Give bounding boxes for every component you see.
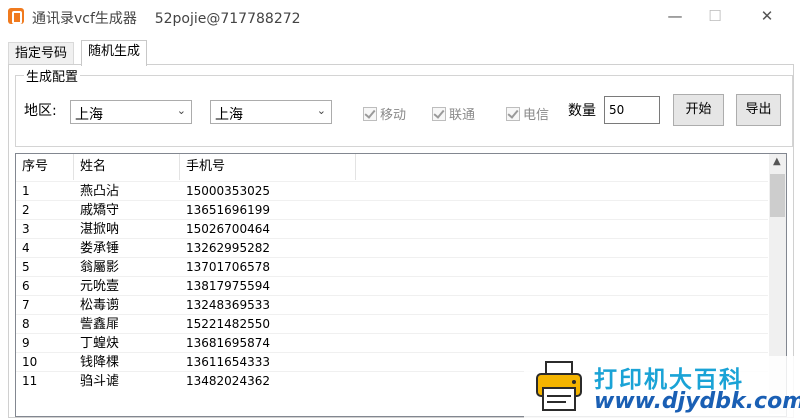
carrier-unicom-label: 联通 bbox=[449, 108, 476, 123]
cell-index: 8 bbox=[22, 317, 30, 331]
export-button[interactable]: 导出 bbox=[736, 94, 781, 126]
cell-name: 燕凸沾 bbox=[80, 184, 120, 199]
checkbox-icon bbox=[506, 106, 520, 121]
cell-index: 9 bbox=[22, 336, 30, 350]
cell-phone: 13611654333 bbox=[186, 355, 270, 369]
cell-name: 娄承锤 bbox=[80, 241, 120, 256]
region-label: 地区: bbox=[24, 103, 57, 119]
watermark: 打印机大百科 www.djydbk.com bbox=[524, 356, 800, 419]
count-label: 数量 bbox=[568, 103, 596, 119]
cell-index: 7 bbox=[22, 298, 30, 312]
start-button[interactable]: 开始 bbox=[673, 94, 724, 126]
cell-name: 钱降棵 bbox=[80, 355, 120, 370]
cell-phone: 15000353025 bbox=[186, 184, 270, 198]
table-row[interactable]: 3 湛掀呐 15026700464 bbox=[16, 219, 768, 239]
title-bar: 通讯录vcf生成器 52pojie@717788272 — ☐ ✕ bbox=[0, 0, 800, 34]
checkbox-icon bbox=[363, 106, 377, 121]
table-row[interactable]: 9 丁蝗炔 13681695874 bbox=[16, 333, 768, 353]
table-row[interactable]: 1 燕凸沾 15000353025 bbox=[16, 181, 768, 201]
cell-index: 5 bbox=[22, 260, 30, 274]
scrollbar-thumb[interactable] bbox=[770, 174, 785, 217]
cell-name: 松毒谫 bbox=[80, 298, 120, 313]
province-select[interactable]: 上海 ⌄ bbox=[70, 100, 192, 124]
cell-index: 10 bbox=[22, 355, 38, 369]
cell-index: 3 bbox=[22, 222, 30, 236]
chevron-down-icon: ⌄ bbox=[316, 104, 326, 117]
carrier-mobile-checkbox[interactable]: 移动 bbox=[363, 104, 406, 123]
cell-phone: 15026700464 bbox=[186, 222, 270, 236]
cell-index: 11 bbox=[22, 374, 38, 388]
city-select[interactable]: 上海 ⌄ bbox=[210, 100, 332, 124]
cell-name: 湛掀呐 bbox=[80, 222, 120, 237]
config-group-title: 生成配置 bbox=[24, 66, 81, 85]
cell-phone: 13681695874 bbox=[186, 336, 270, 350]
cell-index: 1 bbox=[22, 184, 30, 198]
header-phone[interactable]: 手机号 bbox=[180, 154, 356, 180]
cell-name: 驺斗谑 bbox=[80, 374, 120, 389]
cell-name: 元吮壹 bbox=[80, 279, 120, 294]
header-name[interactable]: 姓名 bbox=[74, 154, 180, 180]
window-title: 通讯录vcf生成器 52pojie@717788272 bbox=[32, 11, 301, 27]
table-row[interactable]: 5 翁屬影 13701706578 bbox=[16, 257, 768, 277]
count-value: 50 bbox=[609, 103, 625, 117]
config-group: 生成配置 地区: 上海 ⌄ 上海 ⌄ 移动 联通 电信 数量 50 开始 导出 bbox=[15, 66, 793, 147]
chevron-down-icon: ⌄ bbox=[176, 104, 186, 117]
minimize-button[interactable]: — bbox=[660, 5, 690, 27]
close-button[interactable]: ✕ bbox=[752, 5, 782, 27]
table-row[interactable]: 4 娄承锤 13262995282 bbox=[16, 238, 768, 258]
maximize-button[interactable]: ☐ bbox=[700, 5, 730, 27]
cell-name: 丁蝗炔 bbox=[80, 336, 120, 351]
cell-phone: 15221482550 bbox=[186, 317, 270, 331]
cell-phone: 13262995282 bbox=[186, 241, 270, 255]
tab-specified-numbers[interactable]: 指定号码 bbox=[8, 42, 75, 65]
tab-random-generate[interactable]: 随机生成 bbox=[81, 40, 148, 66]
cell-index: 6 bbox=[22, 279, 30, 293]
scroll-up-icon[interactable]: ▲ bbox=[773, 156, 781, 167]
carrier-mobile-label: 移动 bbox=[380, 108, 407, 123]
city-value: 上海 bbox=[215, 107, 243, 123]
cell-phone: 13482024362 bbox=[186, 374, 270, 388]
count-input[interactable]: 50 bbox=[604, 96, 660, 124]
watermark-url: www.djydbk.com bbox=[594, 389, 800, 414]
cell-phone: 13701706578 bbox=[186, 260, 270, 274]
carrier-unicom-checkbox[interactable]: 联通 bbox=[432, 104, 475, 123]
table-row[interactable]: 8 訾鑫屝 15221482550 bbox=[16, 314, 768, 334]
carrier-telecom-label: 电信 bbox=[523, 108, 550, 123]
cell-phone: 13817975594 bbox=[186, 279, 270, 293]
cell-phone: 13248369533 bbox=[186, 298, 270, 312]
province-value: 上海 bbox=[75, 107, 103, 123]
table-row[interactable]: 2 戚矯守 13651696199 bbox=[16, 200, 768, 220]
table-row[interactable]: 6 元吮壹 13817975594 bbox=[16, 276, 768, 296]
checkbox-icon bbox=[432, 106, 446, 121]
app-icon bbox=[8, 8, 24, 24]
header-index[interactable]: 序号 bbox=[16, 154, 74, 180]
printer-logo-icon bbox=[536, 361, 582, 411]
cell-phone: 13651696199 bbox=[186, 203, 270, 217]
cell-index: 4 bbox=[22, 241, 30, 255]
table-header: 序号 姓名 手机号 bbox=[16, 154, 768, 180]
cell-name: 戚矯守 bbox=[80, 203, 120, 218]
cell-name: 訾鑫屝 bbox=[80, 317, 120, 332]
cell-name: 翁屬影 bbox=[80, 260, 120, 275]
cell-index: 2 bbox=[22, 203, 30, 217]
carrier-telecom-checkbox[interactable]: 电信 bbox=[506, 104, 549, 123]
table-row[interactable]: 7 松毒谫 13248369533 bbox=[16, 295, 768, 315]
